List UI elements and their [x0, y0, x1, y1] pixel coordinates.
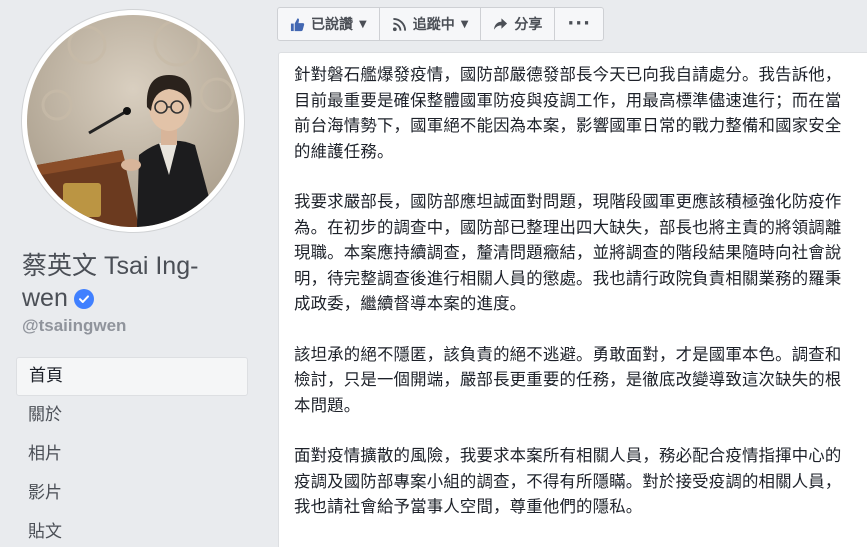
post-paragraph: 我要求嚴部長，國防部應坦誠面對問題，現階段國軍更應該積極強化防疫作為。在初步的調… — [294, 192, 842, 313]
liked-label: 已說讚 — [311, 17, 353, 33]
avatar — [27, 15, 239, 227]
nav-item-photos[interactable]: 相片 — [16, 435, 248, 474]
post-paragraph: 該坦承的絕不隱匿，該負責的絕不逃避。勇敢面對，才是國軍本色。調查和檢討，只是一個… — [294, 344, 842, 415]
nav-item-videos[interactable]: 影片 — [16, 474, 248, 513]
more-button[interactable]: ··· — [555, 8, 603, 40]
page-name[interactable]: 蔡英文 Tsai Ing- wen — [22, 250, 247, 314]
post-card: 針對磐石艦爆發疫情，國防部嚴德發部長今天已向我自請處分。我告訴他，目前最重要是確… — [278, 52, 867, 547]
post-paragraph: 針對磐石艦爆發疫情，國防部嚴德發部長今天已向我自請處分。我告訴他，目前最重要是確… — [294, 65, 842, 161]
page-name-line2: wen — [22, 284, 68, 312]
post-body: 針對磐石艦爆發疫情，國防部嚴德發部長今天已向我自請處分。我告訴他，目前最重要是確… — [279, 53, 867, 520]
liked-button[interactable]: 已說讚 ▼ — [278, 8, 380, 40]
post-paragraph: 面對疫情擴散的風險，我要求本案所有相關人員，務必配合疫情指揮中心的疫調及國防部專… — [294, 446, 842, 516]
share-label: 分享 — [514, 17, 543, 33]
page-name-line2-wrap: wen — [22, 282, 247, 314]
page-name-line1: 蔡英文 Tsai Ing- — [22, 252, 199, 280]
nav-item-about[interactable]: 關於 — [16, 396, 248, 435]
profile-picture[interactable] — [22, 10, 244, 232]
following-button[interactable]: 追蹤中 ▼ — [380, 8, 482, 40]
page-nav: 首頁 關於 相片 影片 貼文 — [16, 357, 248, 547]
verified-check-icon[interactable] — [73, 289, 94, 309]
page-action-toolbar: 已說讚 ▼ 追蹤中 ▼ 分享 ··· — [277, 7, 604, 41]
nav-item-home[interactable]: 首頁 — [16, 357, 248, 396]
caret-down-icon: ▼ — [359, 18, 367, 30]
following-label: 追蹤中 — [412, 17, 455, 33]
share-button[interactable]: 分享 — [481, 8, 556, 40]
avatar-photo — [27, 15, 239, 227]
more-icon: ··· — [567, 13, 591, 34]
thumbs-up-icon — [290, 17, 305, 31]
rss-icon — [392, 17, 406, 31]
caret-down-icon: ▼ — [460, 18, 469, 30]
left-column: 蔡英文 Tsai Ing- wen @tsaiingwen 首頁 關於 相片 影… — [0, 0, 262, 547]
page-handle[interactable]: @tsaiingwen — [22, 316, 126, 336]
share-arrow-icon — [494, 18, 508, 30]
nav-item-posts[interactable]: 貼文 — [16, 513, 248, 547]
